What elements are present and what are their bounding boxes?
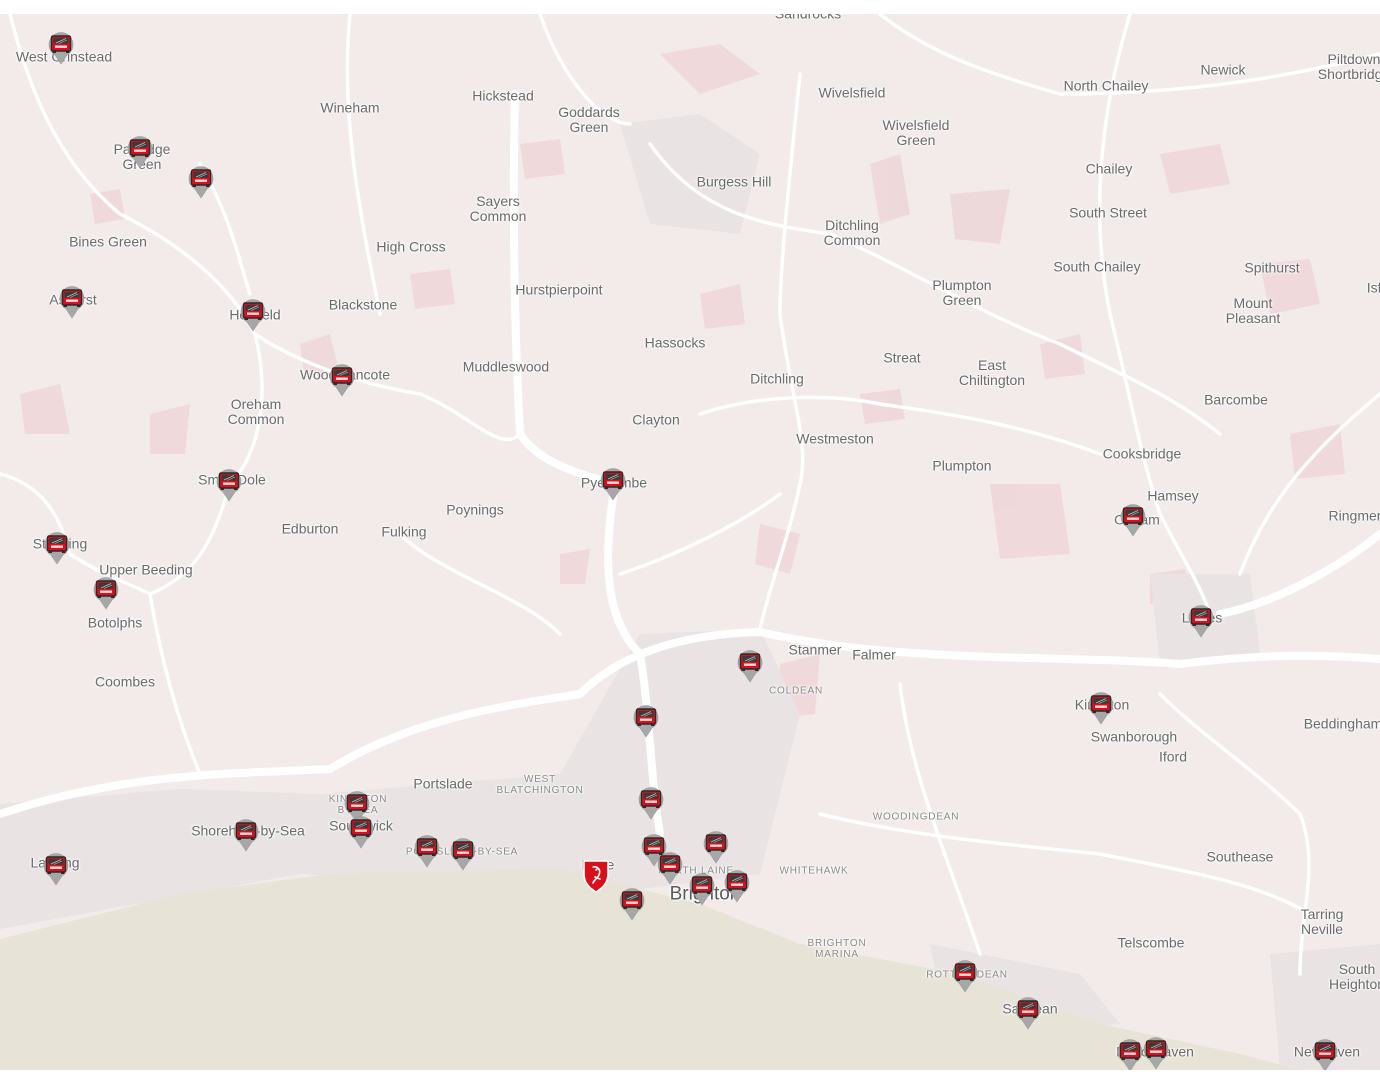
school-bus-marker-icon[interactable] bbox=[1311, 1038, 1339, 1070]
school-bus-marker-icon[interactable] bbox=[951, 959, 979, 993]
school-bus-marker-icon[interactable] bbox=[632, 704, 660, 738]
school-bus-marker-icon[interactable] bbox=[413, 834, 441, 868]
school-bus-marker-icon[interactable] bbox=[618, 887, 646, 921]
school-bus-marker-icon[interactable] bbox=[232, 818, 260, 852]
school-bus-marker-icon[interactable] bbox=[736, 649, 764, 683]
school-bus-marker-icon[interactable] bbox=[328, 363, 356, 397]
school-crest-marker-icon[interactable] bbox=[581, 858, 611, 894]
school-bus-marker-icon[interactable] bbox=[637, 786, 665, 820]
school-bus-marker-icon[interactable] bbox=[92, 576, 120, 610]
school-bus-marker-icon[interactable] bbox=[126, 135, 154, 169]
school-bus-marker-icon[interactable] bbox=[1014, 996, 1042, 1030]
school-bus-marker-icon[interactable] bbox=[1187, 604, 1215, 638]
school-bus-marker-icon[interactable] bbox=[43, 531, 71, 565]
school-bus-marker-icon[interactable] bbox=[347, 815, 375, 849]
school-bus-marker-icon[interactable] bbox=[1087, 691, 1115, 725]
school-bus-marker-icon[interactable] bbox=[656, 851, 684, 885]
school-bus-marker-icon[interactable] bbox=[599, 467, 627, 501]
school-bus-marker-icon[interactable] bbox=[215, 468, 243, 502]
sea bbox=[0, 869, 1300, 1070]
school-bus-marker-icon[interactable] bbox=[702, 830, 730, 864]
school-bus-marker-icon[interactable] bbox=[1116, 1038, 1144, 1070]
school-bus-marker-icon[interactable] bbox=[42, 852, 70, 886]
school-bus-marker-icon[interactable] bbox=[688, 872, 716, 906]
school-bus-marker-icon[interactable] bbox=[187, 165, 215, 199]
school-bus-marker-icon[interactable] bbox=[58, 285, 86, 319]
school-bus-marker-icon[interactable] bbox=[1142, 1036, 1170, 1070]
school-bus-marker-icon[interactable] bbox=[449, 837, 477, 871]
school-bus-marker-icon[interactable] bbox=[47, 31, 75, 65]
school-bus-marker-icon[interactable] bbox=[239, 298, 267, 332]
school-bus-marker-icon[interactable] bbox=[723, 869, 751, 903]
map-canvas[interactable]: SandrocksWest GrinsteadWinehamHicksteadG… bbox=[0, 14, 1380, 1070]
school-bus-marker-icon[interactable] bbox=[1119, 503, 1147, 537]
